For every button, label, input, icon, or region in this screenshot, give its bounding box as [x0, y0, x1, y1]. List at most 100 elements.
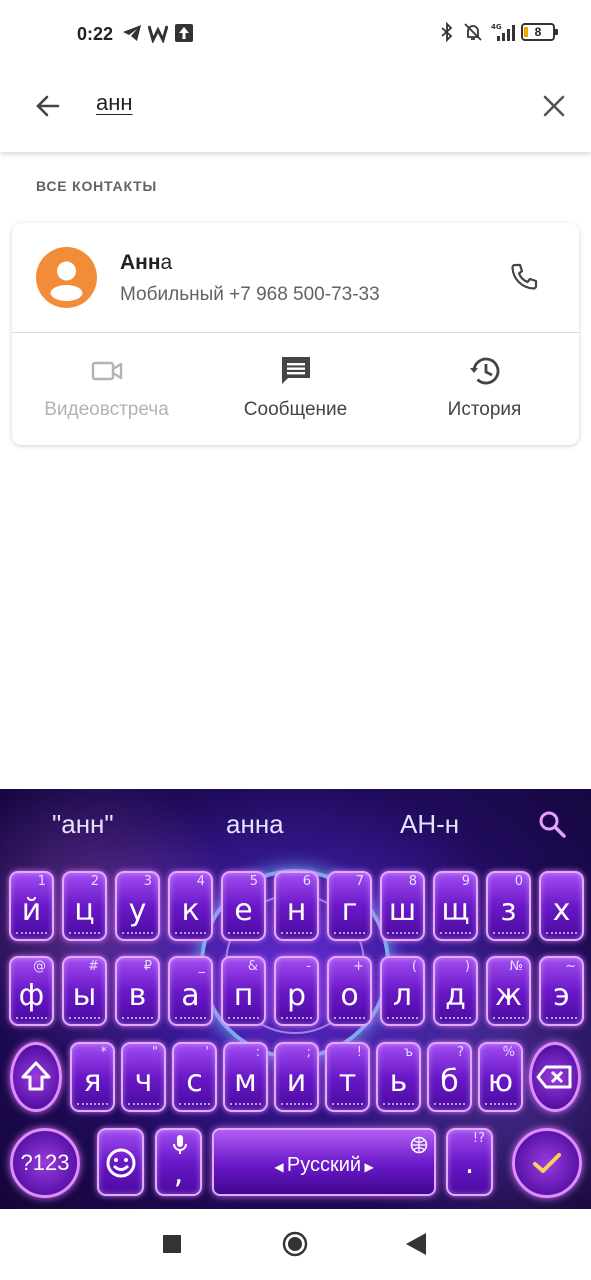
checkmark-icon	[533, 1153, 561, 1173]
emoji-key[interactable]	[97, 1128, 144, 1196]
key-label: х	[552, 893, 571, 928]
search-input[interactable]: анн	[96, 90, 133, 116]
suggestion-2[interactable]: анна	[226, 809, 284, 840]
key-row2-5[interactable]: & п	[221, 956, 266, 1026]
phone-icon[interactable]	[506, 259, 542, 295]
key-dots-decoration	[77, 1101, 108, 1105]
space-language-label: Русский	[286, 1154, 362, 1176]
key-row3-4[interactable]: :м	[223, 1042, 268, 1112]
key-row2-4[interactable]: _ а	[168, 956, 213, 1026]
key-row3-1[interactable]: * я	[70, 1042, 115, 1112]
key-row1-1[interactable]: 1й	[9, 871, 54, 941]
key-label: о	[340, 978, 359, 1013]
svg-text:4G: 4G	[491, 23, 502, 31]
key-dots-decoration	[485, 1101, 516, 1105]
key-row3-8[interactable]: ? б	[427, 1042, 472, 1112]
key-label: и	[286, 1064, 307, 1099]
key-label: е	[234, 893, 253, 928]
home-circle-icon[interactable]	[282, 1231, 308, 1257]
keyboard-search-icon[interactable]	[537, 809, 567, 839]
suggestion-3[interactable]: АН-н	[400, 809, 459, 840]
symbols-key[interactable]: ?123	[10, 1128, 80, 1198]
key-hint: ;	[306, 1045, 311, 1060]
key-row1-5[interactable]: 5е	[221, 871, 266, 941]
key-dots-decoration	[122, 1015, 153, 1019]
history-action[interactable]: История	[390, 353, 579, 421]
key-row2-9[interactable]: ) д	[433, 956, 478, 1026]
backspace-key[interactable]	[529, 1042, 581, 1112]
key-row3-5[interactable]: ; и	[274, 1042, 319, 1112]
key-label: л	[392, 978, 413, 1013]
backspace-icon	[536, 1065, 572, 1089]
key-label: б	[440, 1064, 459, 1099]
key-dots-decoration	[332, 1101, 363, 1105]
space-key[interactable]: ◀ Русский ▶	[212, 1128, 436, 1196]
key-label: ц	[74, 893, 95, 928]
key-hint: %	[502, 1045, 515, 1060]
contact-name-rest: а	[160, 251, 173, 274]
back-triangle-icon[interactable]	[406, 1233, 426, 1255]
key-dots-decoration	[16, 1015, 47, 1019]
comma-label: ,	[173, 1156, 184, 1191]
key-label: щ	[441, 893, 470, 928]
key-dots-decoration	[228, 930, 259, 934]
key-row1-7[interactable]: 7г	[327, 871, 372, 941]
key-row1-10[interactable]: 0з	[486, 871, 531, 941]
recents-square-icon[interactable]	[163, 1235, 181, 1253]
contact-name-match: Анн	[120, 251, 161, 274]
key-dots-decoration	[434, 1101, 465, 1105]
key-row3-3[interactable]: ' с	[172, 1042, 217, 1112]
key-row2-10[interactable]: № ж	[486, 956, 531, 1026]
clear-search-icon[interactable]	[536, 88, 572, 124]
key-label: ю	[487, 1064, 514, 1099]
key-hint: 5	[249, 874, 258, 889]
space-right-arrow-icon: ▶	[361, 1160, 374, 1174]
signal-4g-icon: 4G	[491, 23, 515, 41]
key-label: р	[286, 978, 307, 1013]
key-hint: 1	[37, 874, 46, 889]
key-row1-2[interactable]: 2ц	[62, 871, 107, 941]
key-hint: &	[247, 959, 258, 974]
key-row3-2[interactable]: " ч	[121, 1042, 166, 1112]
key-hint: #	[88, 959, 99, 974]
message-action[interactable]: Сообщение	[201, 353, 390, 421]
key-row2-11[interactable]: ~ э	[539, 956, 584, 1026]
key-row2-8[interactable]: (л	[380, 956, 425, 1026]
key-row2-7[interactable]: + о	[327, 956, 372, 1026]
battery-indicator: 8	[521, 23, 558, 41]
emoji-smile-icon	[106, 1148, 135, 1178]
message-icon	[281, 357, 310, 384]
key-row2-1[interactable]: @ ф	[9, 956, 54, 1026]
shift-key[interactable]	[10, 1042, 62, 1112]
key-row1-11[interactable]: х	[539, 871, 584, 941]
key-hint: +	[353, 959, 364, 974]
key-row1-4[interactable]: 4к	[168, 871, 213, 941]
comma-key[interactable]: ,	[155, 1128, 202, 1196]
key-row3-7[interactable]: ъь	[376, 1042, 421, 1112]
key-label: м	[234, 1064, 257, 1099]
key-row3-9[interactable]: % ю	[478, 1042, 523, 1112]
key-row1-9[interactable]: 9щ	[433, 871, 478, 941]
upload-icon	[175, 24, 193, 42]
key-row1-3[interactable]: 3у	[115, 871, 160, 941]
video-call-action[interactable]: Видеовстреча	[12, 353, 201, 421]
key-row2-3[interactable]: ₽ в	[115, 956, 160, 1026]
enter-key[interactable]	[512, 1128, 582, 1198]
card-divider	[12, 332, 579, 333]
period-key[interactable]: !? .	[446, 1128, 493, 1196]
key-row1-6[interactable]: 6н	[274, 871, 319, 941]
key-hint: )	[464, 959, 470, 974]
suggestion-1[interactable]: "анн"	[52, 809, 114, 840]
contacts-search-screen: 0:22 4G 8 анн ВСЕ КОНТАКТЫ Анна Мобильны…	[0, 0, 591, 1280]
back-arrow-icon[interactable]	[30, 88, 66, 124]
key-row3-6[interactable]: ! т	[325, 1042, 370, 1112]
keyboard: "анн" анна АН-н 1й2ц3у4к5е6н7г8ш9щ0зх @ ф…	[0, 789, 591, 1209]
contact-card[interactable]: Анна Мобильный +7 968 500-73-33 Видеовст…	[12, 223, 579, 445]
contact-phone: Мобильный +7 968 500-73-33	[120, 284, 380, 305]
key-row2-6[interactable]: -р	[274, 956, 319, 1026]
key-hint: :	[255, 1045, 260, 1060]
key-label: г	[341, 893, 358, 928]
key-row1-8[interactable]: 8ш	[380, 871, 425, 941]
key-dots-decoration	[175, 1015, 206, 1019]
key-row2-2[interactable]: # ы	[62, 956, 107, 1026]
